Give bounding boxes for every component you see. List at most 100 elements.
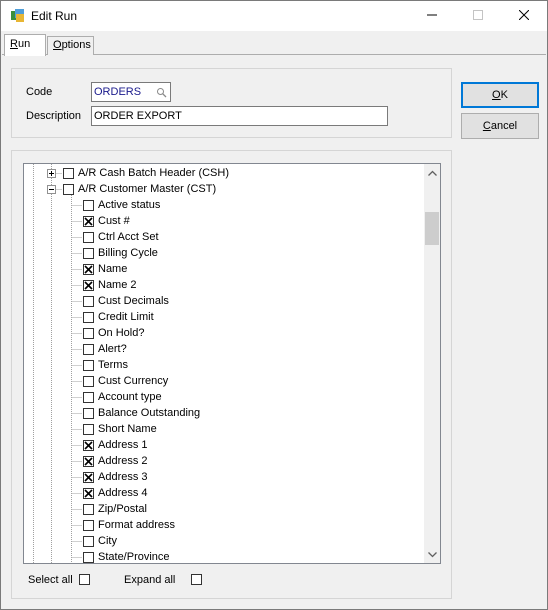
minimize-icon bbox=[427, 10, 437, 23]
tree-field-item[interactable]: Cust Currency bbox=[83, 373, 168, 389]
tree-field-item-label: Zip/Postal bbox=[98, 503, 147, 515]
close-icon bbox=[518, 9, 530, 23]
tree-field-item[interactable]: Address 1 bbox=[83, 437, 148, 453]
tree-field-item-checkbox[interactable] bbox=[83, 359, 94, 371]
tree-field-item-checkbox[interactable] bbox=[83, 199, 94, 211]
minimize-button[interactable] bbox=[409, 1, 455, 31]
tree-field-item-checkbox[interactable] bbox=[83, 487, 94, 499]
tree-field-item[interactable]: City bbox=[83, 533, 117, 549]
expand-all-checkbox[interactable] bbox=[191, 574, 202, 585]
scroll-up-button[interactable] bbox=[424, 164, 440, 181]
description-label: Description bbox=[26, 110, 82, 122]
tree-field-item[interactable]: Account type bbox=[83, 389, 162, 405]
tree-field-item-checkbox[interactable] bbox=[83, 455, 94, 467]
scroll-down-button[interactable] bbox=[424, 546, 440, 563]
tree-field-item[interactable]: Zip/Postal bbox=[83, 501, 147, 517]
tree-field-item[interactable]: Active status bbox=[83, 197, 160, 213]
tree-field-item-checkbox[interactable] bbox=[83, 279, 94, 291]
select-all-checkbox[interactable] bbox=[79, 574, 90, 585]
tree-field-item[interactable]: State/Province bbox=[83, 549, 170, 563]
expand-all-label: Expand all bbox=[124, 574, 176, 586]
tree-field-item-checkbox[interactable] bbox=[83, 263, 94, 275]
tree-field-item[interactable]: Cust Decimals bbox=[83, 293, 169, 309]
tree-field-item-checkbox[interactable] bbox=[83, 247, 94, 259]
tree-field-item[interactable]: Alert? bbox=[83, 341, 127, 357]
tab-options[interactable]: Options bbox=[47, 36, 94, 55]
tree-group-item-checkbox[interactable] bbox=[63, 183, 74, 195]
tree-field-item-label: Name bbox=[98, 263, 128, 275]
tree-field-item-label: Credit Limit bbox=[98, 311, 154, 323]
tree-field-item-checkbox[interactable] bbox=[83, 471, 94, 483]
tree-field-item[interactable]: Terms bbox=[83, 357, 128, 373]
scroll-thumb[interactable] bbox=[425, 212, 439, 245]
tree-group-item[interactable]: A/R Cash Batch Header (CSH) bbox=[63, 165, 229, 181]
cancel-label: ancel bbox=[490, 120, 518, 132]
tree-field-item-checkbox[interactable] bbox=[83, 503, 94, 515]
tree-field-item-label: Name 2 bbox=[98, 279, 137, 291]
tree-field-item[interactable]: Address 2 bbox=[83, 453, 148, 469]
ok-button[interactable]: OK bbox=[461, 82, 539, 108]
tree-field-item-checkbox[interactable] bbox=[83, 327, 94, 339]
tree-field-item[interactable]: Address 4 bbox=[83, 485, 148, 501]
tree-group-item-label: A/R Cash Batch Header (CSH) bbox=[78, 167, 229, 179]
tree-group-item-checkbox[interactable] bbox=[63, 167, 74, 179]
tab-options-label: ptions bbox=[61, 39, 91, 51]
tree-field-item-checkbox[interactable] bbox=[83, 231, 94, 243]
tree-field-item-checkbox[interactable] bbox=[83, 343, 94, 355]
tab-run[interactable]: Run bbox=[4, 34, 46, 56]
tree-field-item-checkbox[interactable] bbox=[83, 439, 94, 451]
tree-field-item-label: Terms bbox=[98, 359, 128, 371]
tree-field-item[interactable]: Format address bbox=[83, 517, 175, 533]
tree-field-item-label: Cust # bbox=[98, 215, 130, 227]
collapse-icon[interactable] bbox=[47, 185, 56, 194]
tree-field-item-label: Balance Outstanding bbox=[98, 407, 201, 419]
tree-field-item-checkbox[interactable] bbox=[83, 391, 94, 403]
tree-scrollbar[interactable] bbox=[424, 164, 440, 563]
tree-field-item-checkbox[interactable] bbox=[83, 375, 94, 387]
tree-field-item-checkbox[interactable] bbox=[83, 535, 94, 547]
tree-field-item-checkbox[interactable] bbox=[83, 423, 94, 435]
tree-field-item[interactable]: Credit Limit bbox=[83, 309, 154, 325]
ok-label: K bbox=[500, 89, 508, 101]
tree-field-item-label: On Hold? bbox=[98, 327, 145, 339]
cancel-button[interactable]: Cancel bbox=[461, 113, 539, 139]
description-field[interactable]: ORDER EXPORT bbox=[91, 106, 388, 126]
tree-field-item-label: Ctrl Acct Set bbox=[98, 231, 159, 243]
tree-field-item[interactable]: Name 2 bbox=[83, 277, 137, 293]
search-icon[interactable] bbox=[153, 84, 169, 100]
chevron-down-icon bbox=[427, 549, 437, 561]
maximize-icon bbox=[473, 9, 483, 23]
tree-field-item-label: Address 1 bbox=[98, 439, 148, 451]
tree-group-item-label: A/R Customer Master (CST) bbox=[78, 183, 217, 195]
tree-field-item-checkbox[interactable] bbox=[83, 295, 94, 307]
tab-options-mnemonic: O bbox=[53, 39, 62, 51]
tree-field-item-checkbox[interactable] bbox=[83, 551, 94, 563]
tree-field-item[interactable]: Ctrl Acct Set bbox=[83, 229, 159, 245]
tree-field-item[interactable]: Short Name bbox=[83, 421, 157, 437]
tree-field-item-checkbox[interactable] bbox=[83, 311, 94, 323]
maximize-button[interactable] bbox=[455, 1, 501, 31]
run-details-group bbox=[11, 68, 452, 138]
tab-strip: Run Options bbox=[1, 31, 547, 56]
tree-group-item[interactable]: A/R Customer Master (CST) bbox=[63, 181, 216, 197]
tree-field-item[interactable]: Billing Cycle bbox=[83, 245, 158, 261]
window-title: Edit Run bbox=[31, 9, 78, 23]
tree-field-item[interactable]: Balance Outstanding bbox=[83, 405, 200, 421]
expand-icon[interactable] bbox=[47, 169, 56, 178]
tree-field-item-checkbox[interactable] bbox=[83, 407, 94, 419]
cancel-mnemonic: C bbox=[482, 120, 491, 132]
tree-field-item[interactable]: Name bbox=[83, 261, 127, 277]
tab-run-label: un bbox=[17, 38, 31, 50]
field-tree[interactable]: A/R Cash Batch Header (CSH) A/R Customer … bbox=[23, 163, 441, 564]
tree-field-item-checkbox[interactable] bbox=[83, 215, 94, 227]
tree-field-item-label: Address 2 bbox=[98, 455, 148, 467]
tree-field-item-checkbox[interactable] bbox=[83, 519, 94, 531]
tree-field-item[interactable]: Cust # bbox=[83, 213, 130, 229]
ok-mnemonic: O bbox=[492, 89, 501, 101]
tree-field-item-label: Format address bbox=[98, 519, 176, 531]
tree-field-item[interactable]: Address 3 bbox=[83, 469, 148, 485]
tree-field-item[interactable]: On Hold? bbox=[83, 325, 144, 341]
close-button[interactable] bbox=[501, 1, 547, 31]
tree-field-item-label: Alert? bbox=[98, 343, 127, 355]
tree-field-item-label: Address 4 bbox=[98, 487, 148, 499]
